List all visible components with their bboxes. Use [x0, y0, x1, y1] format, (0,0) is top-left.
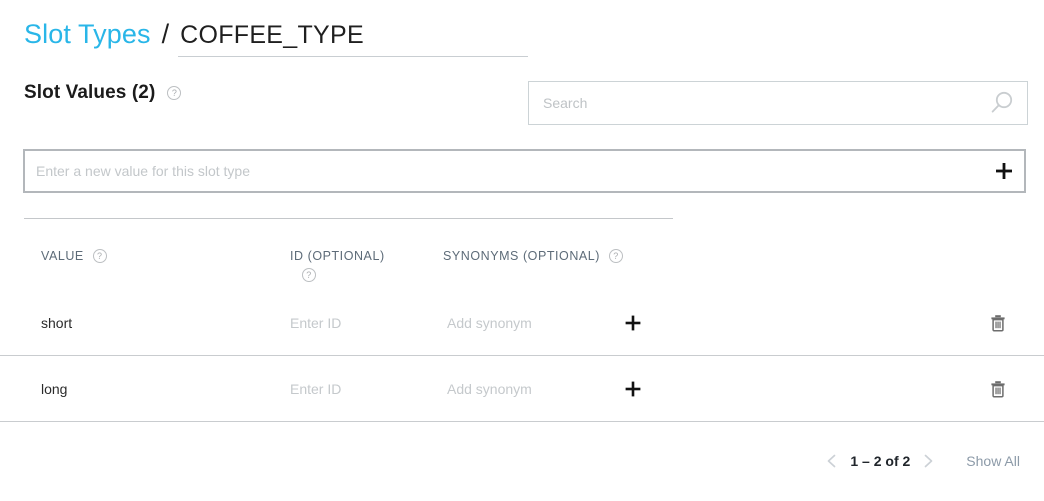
pagination: 1 – 2 of 2 Show All	[0, 445, 1044, 477]
cell-delete[interactable]	[985, 290, 1011, 355]
breadcrumb-slot-types-link[interactable]: Slot Types	[24, 21, 151, 48]
page-title: Slot Values (2)	[24, 82, 156, 103]
table-top-divider	[24, 218, 673, 219]
slot-value-synonym-input[interactable]	[447, 314, 577, 331]
plus-icon[interactable]	[620, 310, 646, 336]
pagination-range-label: 1 – 2 of 2	[850, 453, 911, 469]
search-input[interactable]	[529, 82, 989, 124]
column-header-id: ID (OPTIONAL) ?	[290, 249, 402, 282]
slot-value-id-input[interactable]	[290, 314, 420, 331]
cell-id[interactable]	[290, 290, 420, 355]
table-row: short	[0, 290, 1044, 356]
new-slot-value-input[interactable]	[25, 151, 984, 191]
cell-synonyms[interactable]	[447, 290, 577, 355]
slot-value-id-input[interactable]	[290, 380, 420, 397]
column-header-value: VALUE ?	[41, 249, 107, 263]
table-header-row: VALUE ? ID (OPTIONAL) ? SYNONYMS (OPTION…	[0, 240, 1044, 282]
show-all-link[interactable]: Show All	[966, 453, 1020, 469]
column-header-synonyms: SYNONYMS (OPTIONAL) ?	[443, 249, 623, 263]
trash-icon[interactable]	[985, 310, 1011, 336]
search-icon[interactable]	[989, 90, 1015, 116]
column-header-value-label: VALUE	[41, 249, 84, 263]
help-circle-icon[interactable]: ?	[302, 268, 316, 282]
cell-synonyms[interactable]	[447, 356, 577, 421]
chevron-right-icon[interactable]	[917, 450, 939, 472]
cell-value: long	[41, 380, 68, 397]
help-circle-icon[interactable]: ?	[609, 249, 623, 263]
plus-icon[interactable]	[620, 376, 646, 402]
column-header-id-label: ID (OPTIONAL)	[290, 249, 385, 263]
cell-id[interactable]	[290, 356, 420, 421]
slot-type-name-input[interactable]	[178, 21, 529, 57]
chevron-left-icon[interactable]	[821, 450, 843, 472]
new-slot-value-row[interactable]	[23, 149, 1026, 193]
breadcrumb: Slot Types /	[24, 19, 529, 57]
cell-value: short	[41, 314, 73, 331]
slot-values-heading: Slot Values (2) ?	[24, 82, 182, 104]
slot-value-synonym-input[interactable]	[447, 380, 577, 397]
cell-add-synonym[interactable]	[620, 290, 646, 355]
add-slot-value-button[interactable]	[984, 161, 1024, 181]
breadcrumb-separator: /	[161, 19, 170, 49]
help-circle-icon[interactable]: ?	[92, 249, 107, 263]
search-box[interactable]	[528, 81, 1028, 125]
cell-add-synonym[interactable]	[620, 356, 646, 421]
trash-icon[interactable]	[985, 376, 1011, 402]
column-header-synonyms-label: SYNONYMS (OPTIONAL)	[443, 249, 600, 263]
table-row: long	[0, 356, 1044, 422]
cell-delete[interactable]	[985, 356, 1011, 421]
help-circle-icon[interactable]: ?	[167, 86, 182, 100]
